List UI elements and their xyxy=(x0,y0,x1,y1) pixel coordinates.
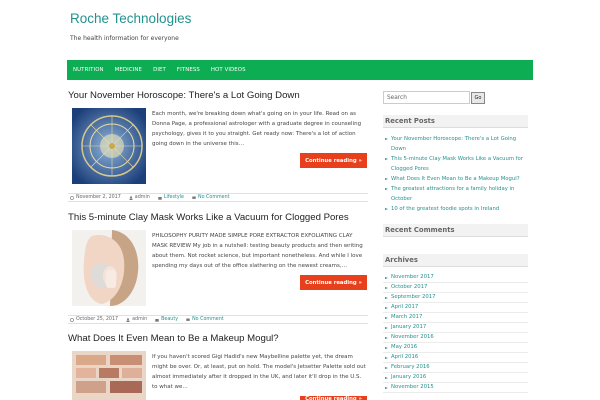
post-category[interactable]: Lifestyle xyxy=(164,195,184,200)
user-icon xyxy=(129,195,133,200)
post-meta: November 2, 2017 admin Lifestyle No Comm… xyxy=(68,193,368,202)
post-title[interactable]: This 5-minute Clay Mask Works Like a Vac… xyxy=(68,212,349,223)
post-comments[interactable]: No Comment xyxy=(192,317,224,322)
archive-link[interactable]: April 2017 xyxy=(383,303,528,313)
post-excerpt: If you haven't scored Gigi Hadid's new M… xyxy=(152,354,366,390)
site-tagline: The health information for everyone xyxy=(70,35,179,42)
post-article: Your November Horoscope: There's a Lot G… xyxy=(68,90,368,205)
archive-link[interactable]: November 2016 xyxy=(383,333,528,343)
recent-post-link[interactable]: 10 of the greatest foodie spots in Irela… xyxy=(383,204,528,214)
archive-link[interactable]: September 2017 xyxy=(383,293,528,303)
search-go-button[interactable]: Go xyxy=(471,92,485,104)
archive-link[interactable]: January 2016 xyxy=(383,373,528,383)
post-excerpt: Each month, we're breaking down what's g… xyxy=(152,111,362,147)
archive-link[interactable]: November 2015 xyxy=(383,383,528,393)
post-category[interactable]: Beauty xyxy=(161,317,178,322)
post-article: What Does It Even Mean to Be a Makeup Mo… xyxy=(68,333,368,400)
recent-comments-heading: Recent Comments xyxy=(383,224,528,237)
archive-link[interactable]: January 2017 xyxy=(383,323,528,333)
post-author[interactable]: admin xyxy=(135,195,150,200)
clock-icon xyxy=(70,195,74,200)
recent-post-link[interactable]: This 5-minute Clay Mask Works Like a Vac… xyxy=(383,154,528,174)
recent-post-link[interactable]: The greatest attractions for a family ho… xyxy=(383,184,528,204)
user-icon xyxy=(126,317,130,322)
post-excerpt: PHILOSOPHY PURITY MADE SIMPLE PORE EXTRA… xyxy=(152,233,363,269)
horoscope-image xyxy=(72,108,146,184)
archive-link[interactable]: February 2016 xyxy=(383,363,528,373)
clock-icon xyxy=(70,317,74,322)
archive-link[interactable]: March 2017 xyxy=(383,313,528,323)
continue-reading-button[interactable]: Continue reading » xyxy=(300,396,367,400)
recent-posts-heading: Recent Posts xyxy=(383,115,528,128)
makeup-palette-image xyxy=(72,351,146,400)
main-nav: NUTRITION MEDICINE DIET FITNESS HOT VIDE… xyxy=(67,60,533,80)
post-comments[interactable]: No Comment xyxy=(198,195,230,200)
nav-item-fitness[interactable]: FITNESS xyxy=(177,67,200,73)
post-author[interactable]: admin xyxy=(132,317,147,322)
comment-icon xyxy=(186,318,190,322)
post-date: October 25, 2017 xyxy=(76,317,119,322)
clay-mask-image xyxy=(72,230,146,306)
archives-list: November 2017 October 2017 September 201… xyxy=(383,273,528,393)
post-thumbnail[interactable] xyxy=(72,108,146,184)
continue-reading-button[interactable]: Continue reading » xyxy=(300,275,367,290)
post-thumbnail[interactable] xyxy=(72,230,146,306)
recent-posts-list: Your November Horoscope: There's a Lot G… xyxy=(383,134,528,214)
archive-link[interactable]: April 2016 xyxy=(383,353,528,363)
post-thumbnail[interactable] xyxy=(72,351,146,400)
nav-item-medicine[interactable]: MEDICINE xyxy=(115,67,142,73)
nav-item-nutrition[interactable]: NUTRITION xyxy=(73,67,104,73)
archive-link[interactable]: May 2016 xyxy=(383,343,528,353)
post-date: November 2, 2017 xyxy=(76,195,121,200)
archive-link[interactable]: October 2017 xyxy=(383,283,528,293)
nav-item-diet[interactable]: DIET xyxy=(153,67,166,73)
folder-icon xyxy=(158,196,162,200)
post-meta: October 25, 2017 admin Beauty No Comment xyxy=(68,315,368,324)
archive-link[interactable]: November 2017 xyxy=(383,273,528,283)
comment-icon xyxy=(192,196,196,200)
search-input[interactable]: Search xyxy=(383,91,470,104)
site-title[interactable]: Roche Technologies xyxy=(70,11,191,26)
post-title[interactable]: Your November Horoscope: There's a Lot G… xyxy=(68,90,300,101)
nav-item-hot-videos[interactable]: HOT VIDEOS xyxy=(211,67,246,73)
folder-icon xyxy=(155,318,159,322)
post-article: This 5-minute Clay Mask Works Like a Vac… xyxy=(68,212,368,327)
continue-reading-button[interactable]: Continue reading » xyxy=(300,153,367,168)
recent-post-link[interactable]: Your November Horoscope: There's a Lot G… xyxy=(383,134,528,154)
post-title[interactable]: What Does It Even Mean to Be a Makeup Mo… xyxy=(68,333,279,344)
archives-heading: Archives xyxy=(383,254,528,267)
recent-post-link[interactable]: What Does It Even Mean to Be a Makeup Mo… xyxy=(383,174,528,184)
